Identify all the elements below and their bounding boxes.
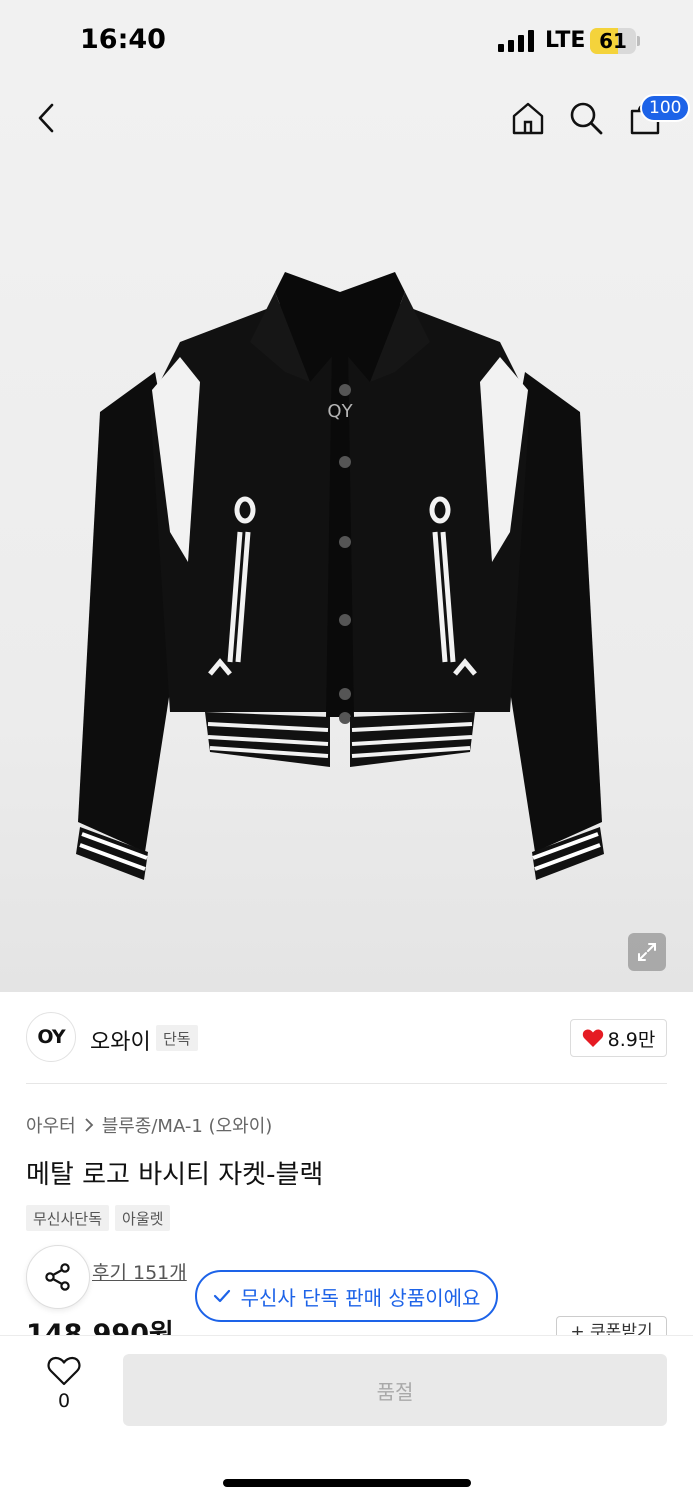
coupon-button[interactable]: + 쿠폰받기: [556, 1316, 667, 1336]
expand-image-button[interactable]: [628, 933, 666, 971]
breadcrumb: 아우터 블루종/MA-1 (오와이): [26, 1112, 272, 1138]
product-photo[interactable]: QY: [70, 262, 610, 892]
breadcrumb-item-subcategory[interactable]: 블루종/MA-1 (오와이): [102, 1112, 273, 1138]
wishlist-count: 0: [57, 1390, 71, 1412]
product-price: 148,990원: [26, 1319, 174, 1336]
network-label: LTE: [545, 28, 586, 53]
wishlist-button[interactable]: 0: [40, 1356, 88, 1420]
home-indicator: [223, 1479, 471, 1487]
back-button[interactable]: [26, 96, 66, 140]
tag-exclusive: 무신사단독: [26, 1205, 110, 1231]
brand-name[interactable]: 오와이: [90, 1024, 151, 1056]
share-button[interactable]: [26, 1245, 90, 1309]
battery-level: 61: [599, 29, 627, 53]
home-icon: [512, 102, 544, 135]
product-title: 메탈 로고 바시티 자켓-블랙: [26, 1160, 324, 1190]
search-icon: [570, 102, 603, 135]
tag-outlet: 아울렛: [115, 1205, 171, 1231]
battery-icon: 61: [590, 28, 636, 54]
cart-count-badge: 100: [640, 94, 691, 122]
brand-like-button[interactable]: 8.9만: [570, 1019, 667, 1057]
brand-like-count: 8.9만: [607, 1028, 656, 1051]
breadcrumb-item-category[interactable]: 아우터: [26, 1112, 76, 1138]
signal-icon: [498, 30, 536, 52]
exclusive-notice-text: 무신사 단독 판매 상품이에요: [240, 1285, 481, 1310]
chevron-left-icon: [38, 103, 54, 133]
heart-outline-icon: [47, 1356, 81, 1386]
sold-out-button[interactable]: 품절: [123, 1354, 667, 1426]
check-icon: [213, 1289, 230, 1303]
review-count-link[interactable]: 후기 151개: [92, 1258, 187, 1285]
search-button[interactable]: [566, 98, 606, 138]
home-button[interactable]: [508, 98, 548, 138]
brand-exclusive-tag: 단독: [156, 1025, 198, 1051]
share-icon: [45, 1263, 70, 1291]
divider: [26, 1083, 667, 1084]
battery-cap: [637, 36, 640, 46]
expand-icon: [638, 943, 656, 961]
brand-logo[interactable]: OY: [26, 1012, 76, 1062]
status-time: 16:40: [80, 24, 166, 55]
product-tags: 무신사단독 아울렛: [26, 1205, 171, 1231]
chevron-right-icon: [85, 1118, 93, 1132]
exclusive-notice-toast: 무신사 단독 판매 상품이에요: [195, 1270, 498, 1322]
status-bar: 16:40 LTE 61: [0, 0, 693, 80]
svg-text:QY: QY: [327, 401, 353, 422]
heart-filled-icon: [582, 1029, 603, 1047]
